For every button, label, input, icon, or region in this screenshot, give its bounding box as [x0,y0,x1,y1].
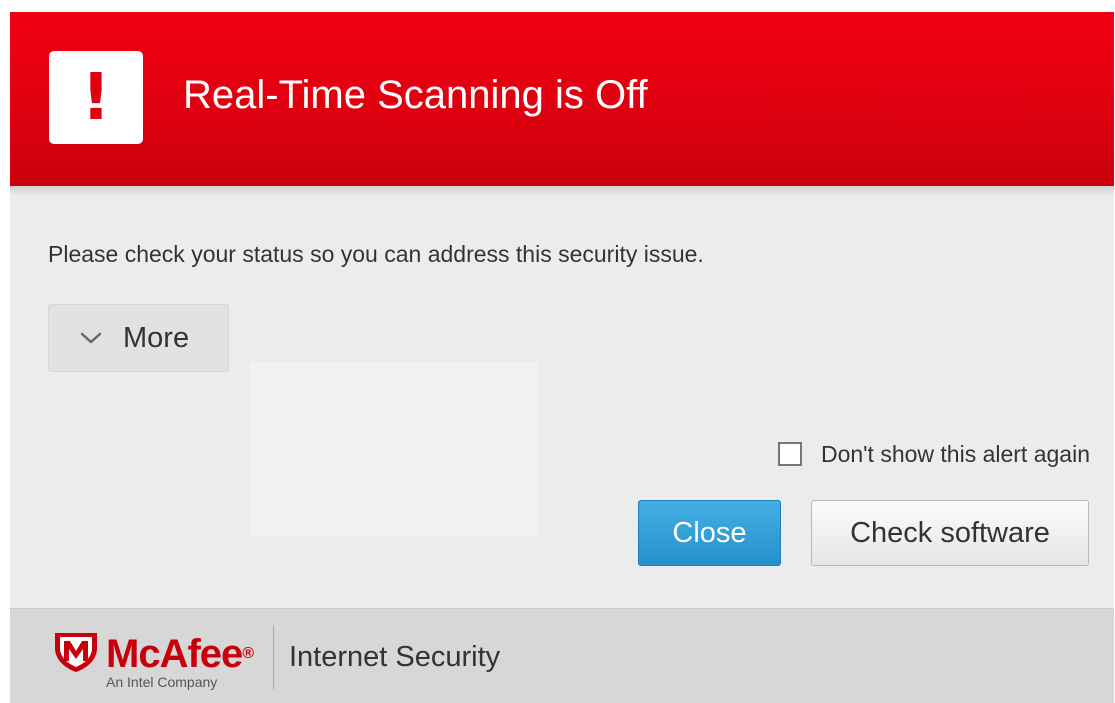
dont-show-again-row[interactable]: Don't show this alert again [777,440,1090,468]
product-name: Internet Security [289,641,501,673]
more-button[interactable]: More [48,304,229,372]
close-button[interactable]: Close [638,500,781,566]
brand-tagline: An Intel Company [106,674,218,690]
brand-name: McAfee [106,632,243,676]
header-shadow [10,186,1114,196]
registered-mark: ® [242,645,255,662]
more-button-label: More [123,322,190,354]
alert-header: ! Real-Time Scanning is Off [10,12,1114,186]
alert-message: Please check your status so you can addr… [48,241,704,267]
alert-dialog: ! Real-Time Scanning is Off Please check… [10,12,1114,703]
dont-show-again-label[interactable]: Don't show this alert again [821,440,1090,468]
chevron-down-icon [80,332,102,344]
content-placeholder [250,362,538,536]
mcafee-wordmark: McAfee® [106,632,254,676]
check-software-button[interactable]: Check software [811,500,1089,566]
footer: McAfee® An Intel Company Internet Securi… [10,608,1114,703]
mcafee-shield-icon [55,633,97,672]
dont-show-again-checkbox[interactable] [777,442,802,466]
dialog-title: Real-Time Scanning is Off [183,73,648,117]
exclamation-icon: ! [49,51,143,144]
footer-divider [273,625,274,689]
